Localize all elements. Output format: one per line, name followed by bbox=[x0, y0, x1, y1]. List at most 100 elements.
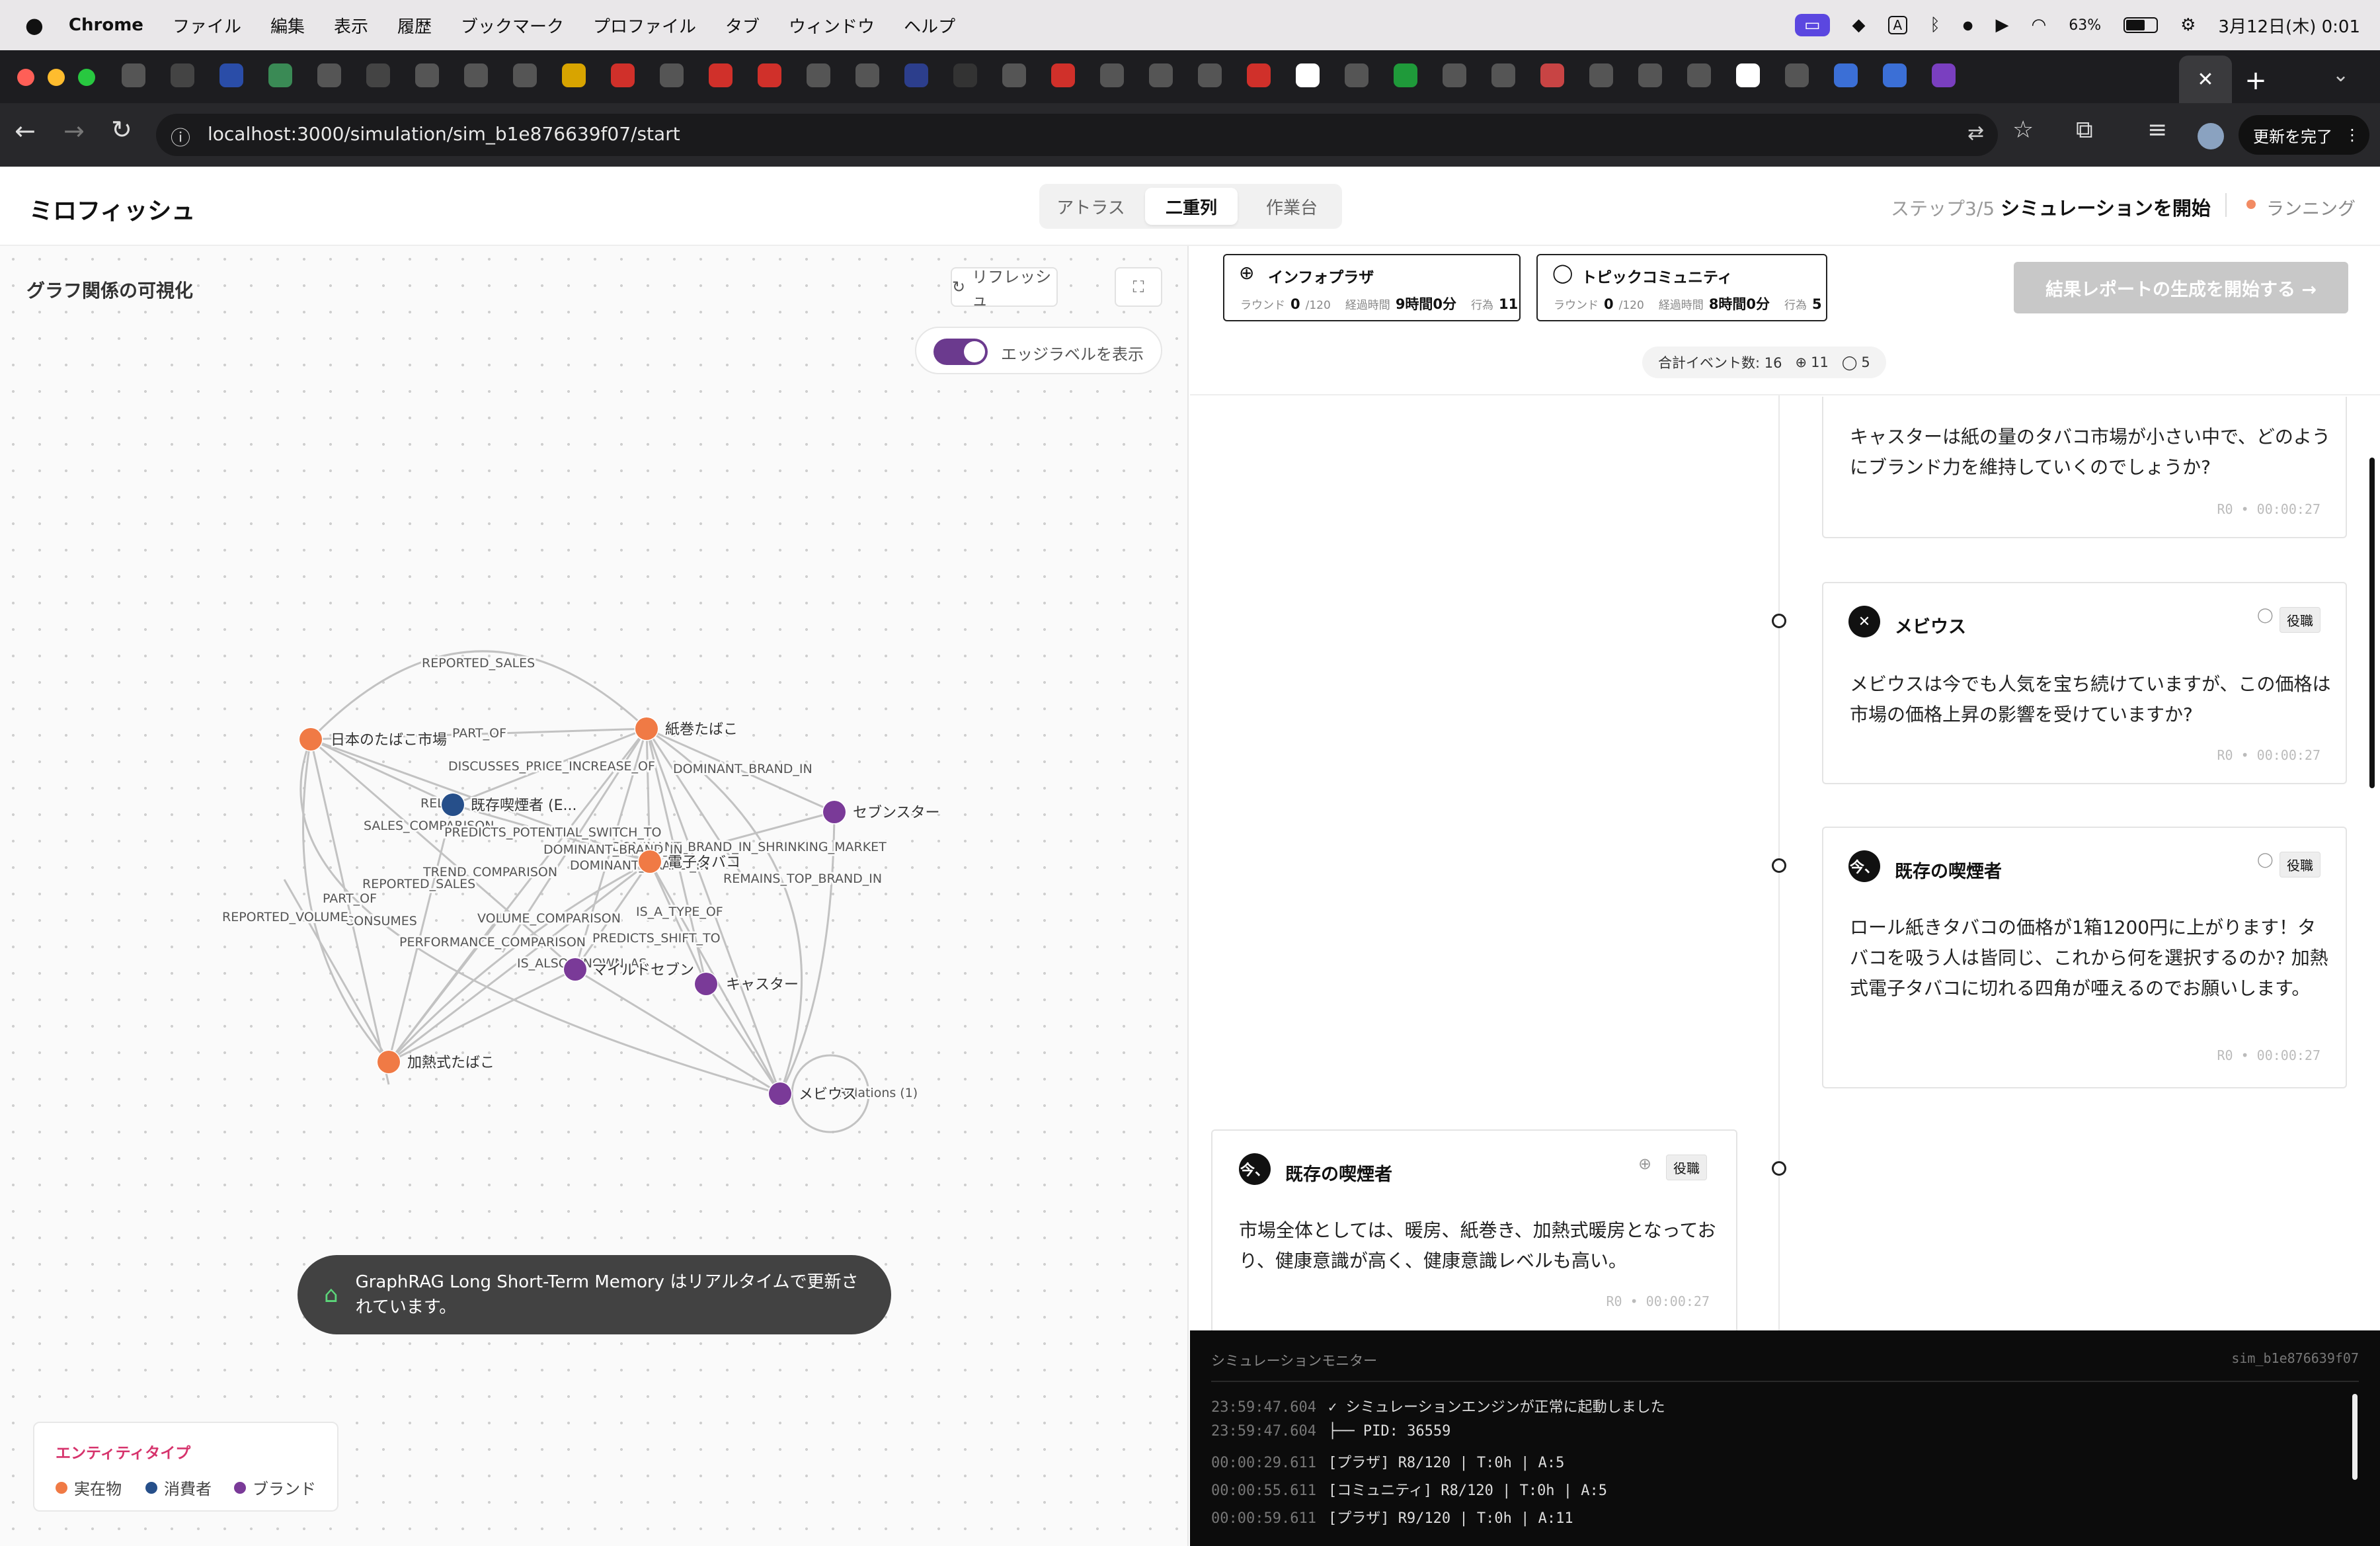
tab-favicon[interactable] bbox=[1883, 63, 1907, 87]
tab-favicon[interactable] bbox=[1491, 63, 1515, 87]
generate-report-button[interactable]: 結果レポートの生成を開始する → bbox=[2014, 262, 2348, 313]
reload-icon[interactable]: ↻ bbox=[111, 115, 132, 144]
tab-favicon[interactable] bbox=[122, 63, 145, 87]
agent-name[interactable]: メビウス bbox=[1895, 612, 1966, 638]
tab-favicon[interactable] bbox=[1296, 63, 1320, 87]
tab-favicon[interactable] bbox=[1051, 63, 1075, 87]
tab-favicon[interactable] bbox=[1149, 63, 1173, 87]
translate-icon[interactable]: ⇄ bbox=[1967, 122, 1984, 145]
mode-tab-workbench[interactable]: 作業台 bbox=[1246, 188, 1338, 225]
new-tab-button[interactable]: + bbox=[2236, 61, 2276, 101]
tab-favicon[interactable] bbox=[1394, 63, 1417, 87]
tab-favicon[interactable] bbox=[660, 63, 684, 87]
maximize-window-button[interactable] bbox=[78, 69, 95, 86]
tab-search-icon[interactable]: ⌄ bbox=[2332, 63, 2349, 87]
agent-name[interactable]: 既存の喫煙者 bbox=[1895, 857, 2002, 883]
tab-favicon[interactable] bbox=[171, 63, 194, 87]
tab-favicon[interactable] bbox=[709, 63, 733, 87]
back-icon[interactable]: ← bbox=[15, 116, 36, 145]
menu-app-name[interactable]: Chrome bbox=[69, 15, 143, 35]
tab-favicon[interactable] bbox=[1198, 63, 1222, 87]
tab-favicon[interactable] bbox=[904, 63, 928, 87]
tab-favicon[interactable] bbox=[1589, 63, 1613, 87]
tab-favicon[interactable] bbox=[1443, 63, 1466, 87]
tab-favicon[interactable] bbox=[758, 63, 781, 87]
minimize-window-button[interactable] bbox=[48, 69, 65, 86]
tab-favicon[interactable] bbox=[1638, 63, 1662, 87]
url-text[interactable]: localhost:3000/simulation/sim_b1e876639f… bbox=[208, 123, 680, 145]
update-button[interactable]: 更新を完了 ⋮ bbox=[2239, 115, 2369, 155]
tab-favicon[interactable] bbox=[219, 63, 243, 87]
bluetooth-icon[interactable]: ᛒ bbox=[1930, 15, 1940, 35]
timeline-card[interactable]: 今、 既存の喫煙者 ⊕ 役職 市場全体としては、暖房、紙巻き、加熱式暖房となって… bbox=[1211, 1129, 1737, 1330]
mode-tab-atlas[interactable]: アトラス bbox=[1045, 188, 1137, 225]
tab-favicon[interactable] bbox=[1345, 63, 1368, 87]
tab-favicon[interactable] bbox=[562, 63, 586, 87]
menu-item-tab[interactable]: タブ bbox=[725, 13, 760, 38]
control-center-icon[interactable]: ⚙ bbox=[2180, 15, 2196, 35]
monitor-scroll-thumb[interactable] bbox=[2352, 1394, 2358, 1480]
graph-node[interactable]: 加熱式たばこ bbox=[376, 1049, 496, 1075]
menu-item-profiles[interactable]: プロファイル bbox=[593, 13, 696, 38]
tab-favicon[interactable] bbox=[1247, 63, 1271, 87]
menu-item-window[interactable]: ウィンドウ bbox=[789, 13, 875, 38]
tab-favicon[interactable] bbox=[1834, 63, 1858, 87]
bookmark-star-icon[interactable]: ☆ bbox=[2012, 116, 2034, 143]
mode-tab-dual[interactable]: 二重列 bbox=[1145, 188, 1238, 225]
tab-favicon[interactable] bbox=[1736, 63, 1760, 87]
profile-avatar[interactable] bbox=[2198, 123, 2224, 149]
extensions-icon[interactable]: ⧉ bbox=[2076, 116, 2093, 144]
tab-favicon[interactable] bbox=[366, 63, 390, 87]
platform-card-community[interactable]: ◯ トピックコミュニティ ラウンド 0/120 経過時間 8時間0分 行為 5 bbox=[1536, 254, 1827, 321]
graph-node[interactable]: 日本のたばこ市場 bbox=[298, 727, 449, 752]
graph-node[interactable]: 電子タバコ bbox=[637, 849, 742, 874]
graph-node[interactable]: キャスター bbox=[694, 971, 801, 997]
cat-icon[interactable]: ◆ bbox=[1852, 15, 1866, 35]
active-tab[interactable]: ✕ bbox=[2179, 56, 2232, 103]
timeline-card[interactable]: ✕ メビウス ◯ 役職 メビウスは今でも人気を宝ち続けていますが、この価格は市場… bbox=[1822, 582, 2347, 784]
battery-icon[interactable] bbox=[2123, 17, 2159, 33]
tab-favicon[interactable] bbox=[807, 63, 830, 87]
scroll-thumb[interactable] bbox=[2369, 458, 2375, 788]
menu-item-view[interactable]: 表示 bbox=[334, 13, 368, 38]
tab-favicon[interactable] bbox=[855, 63, 879, 87]
graph-node[interactable]: 紙巻たばこ bbox=[634, 716, 740, 741]
apple-icon[interactable]: ● bbox=[25, 13, 44, 38]
close-tab-icon[interactable]: ✕ bbox=[2197, 68, 2213, 91]
graph-node[interactable]: セブンスター bbox=[822, 799, 941, 825]
menu-item-history[interactable]: 履歴 bbox=[397, 13, 432, 38]
tab-favicon[interactable] bbox=[268, 63, 292, 87]
tab-favicon[interactable] bbox=[513, 63, 537, 87]
address-bar[interactable]: ⓘ localhost:3000/simulation/sim_b1e87663… bbox=[156, 114, 1998, 156]
tab-favicon[interactable] bbox=[1002, 63, 1026, 87]
play-icon[interactable]: ▶ bbox=[1996, 15, 2009, 35]
knowledge-graph[interactable]: REPORTED_SALES PART_OF DISCUSSES_PRICE_I… bbox=[0, 246, 1189, 1330]
tab-favicon[interactable] bbox=[1932, 63, 1956, 87]
tab-favicon[interactable] bbox=[611, 63, 635, 87]
graph-node[interactable]: 既存喫煙者 (E... bbox=[440, 792, 578, 817]
app-brand[interactable]: ミロフィッシュ bbox=[29, 192, 195, 226]
site-info-icon[interactable]: ⓘ bbox=[171, 122, 190, 151]
input-source-icon[interactable]: A bbox=[1887, 16, 1908, 34]
menu-item-file[interactable]: ファイル bbox=[173, 13, 241, 38]
tab-favicon[interactable] bbox=[415, 63, 439, 87]
timeline-card[interactable]: キャスターは紙の量のタバコ市場が小さい中で、どのようにブランド力を維持していくの… bbox=[1822, 397, 2347, 538]
menu-item-bookmarks[interactable]: ブックマーク bbox=[461, 13, 564, 38]
tab-favicon[interactable] bbox=[1785, 63, 1809, 87]
menu-item-help[interactable]: ヘルプ bbox=[904, 13, 955, 38]
reading-list-icon[interactable]: ≡ bbox=[2147, 116, 2167, 143]
timeline-card[interactable]: 今、 既存の喫煙者 ◯ 役職 ロール紙きタバコの価格が1箱1200円に上がります… bbox=[1822, 827, 2347, 1088]
tab-favicon[interactable] bbox=[464, 63, 488, 87]
close-window-button[interactable] bbox=[17, 69, 34, 86]
forward-icon[interactable]: → bbox=[63, 116, 85, 145]
graph-node[interactable]: メビウス bbox=[768, 1081, 859, 1106]
tab-favicon[interactable] bbox=[1687, 63, 1711, 87]
tab-favicon[interactable] bbox=[317, 63, 341, 87]
wifi-icon[interactable]: ◠ bbox=[2032, 15, 2047, 35]
datetime[interactable]: 3月12日(木) 0:01 bbox=[2218, 13, 2360, 38]
platform-card-plaza[interactable]: ⊕ インフォプラザ ラウンド 0/120 経過時間 9時間0分 行為 11 bbox=[1223, 254, 1521, 321]
tab-favicon[interactable] bbox=[1540, 63, 1564, 87]
agent-name[interactable]: 既存の喫煙者 bbox=[1285, 1160, 1392, 1186]
tab-favicon[interactable] bbox=[1100, 63, 1124, 87]
menu-item-edit[interactable]: 編集 bbox=[270, 13, 305, 38]
